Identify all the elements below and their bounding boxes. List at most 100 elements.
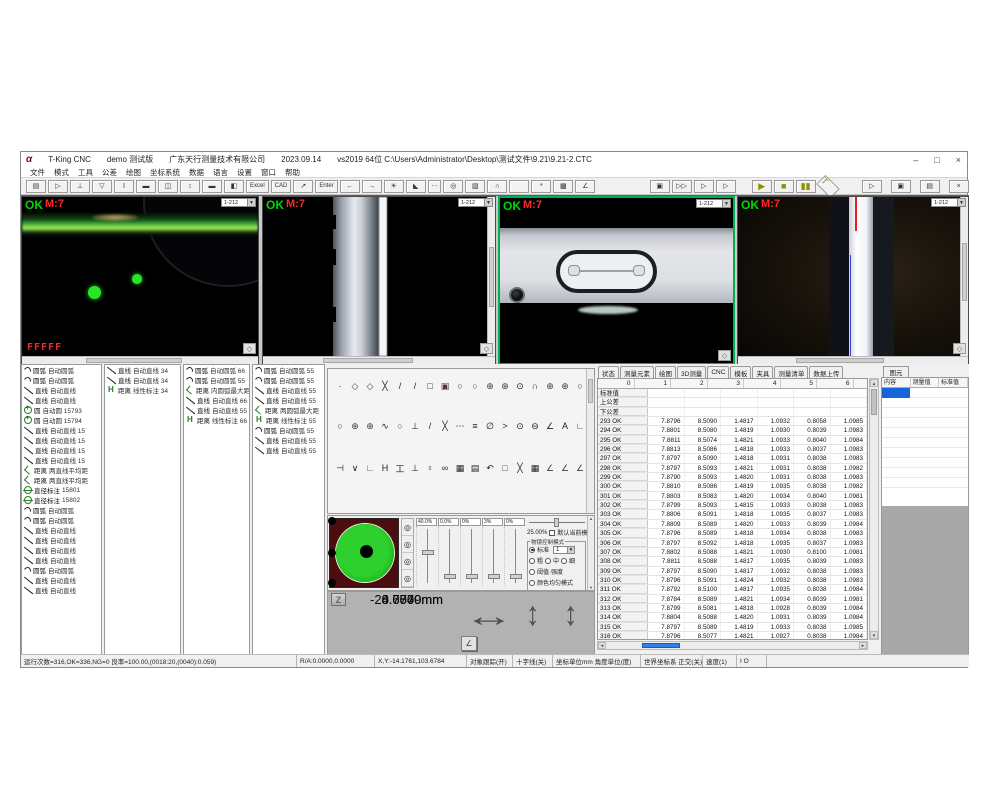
measure-tool-icon[interactable]: / bbox=[408, 379, 422, 393]
table-row[interactable]: 301 OK 7.8803 8.5083 1.4820 1.0934 0.804… bbox=[598, 492, 867, 501]
measure-tool-icon[interactable]: ∠ bbox=[543, 419, 557, 433]
list-item[interactable]: 直线 自动直线 55 bbox=[253, 385, 324, 395]
list-item[interactable]: 圆弧 自动圆弧 bbox=[22, 365, 101, 375]
measure-tool-icon[interactable]: ⊖ bbox=[528, 419, 542, 433]
selected-cell[interactable] bbox=[882, 388, 910, 398]
toolbar-run-button[interactable]: ▮▮ bbox=[796, 180, 816, 193]
toolbar-button[interactable]: ↗ bbox=[293, 180, 313, 193]
toolbar-button[interactable]: ▷ bbox=[694, 180, 714, 193]
table-row[interactable]: 303 OK 7.8806 8.5091 1.4818 1.0935 0.803… bbox=[598, 510, 867, 519]
measure-tool-icon[interactable]: ∿ bbox=[378, 419, 392, 433]
toolbar-button[interactable]: ☀ bbox=[384, 180, 404, 193]
menu-item[interactable]: 帮助 bbox=[285, 167, 300, 178]
table-tab[interactable]: 夹具 bbox=[752, 366, 773, 378]
toolbar-button[interactable]: ▷▷ bbox=[672, 180, 692, 193]
toolbar-button[interactable]: - - bbox=[428, 180, 442, 193]
toolbar-button[interactable]: ◣ bbox=[406, 180, 426, 193]
table-row[interactable]: 297 OK 7.8797 8.5090 1.4818 1.0931 0.803… bbox=[598, 454, 867, 463]
measure-tool-icon[interactable]: ∅ bbox=[483, 419, 497, 433]
table-row[interactable]: 307 OK 7.8802 8.5088 1.4821 1.0930 0.810… bbox=[598, 548, 867, 557]
measure-tool-icon[interactable]: ⊕ bbox=[543, 379, 557, 393]
standard-level-select[interactable]: 1▼ bbox=[553, 546, 575, 554]
threshold-radio[interactable] bbox=[529, 569, 535, 575]
toolbar-button[interactable]: Enter bbox=[315, 180, 337, 193]
toolbar-button[interactable]: ▨ bbox=[465, 180, 485, 193]
toolbar-button[interactable]: × bbox=[949, 180, 969, 193]
list-item[interactable]: 圆弧 自动圆弧 bbox=[22, 505, 101, 515]
menu-item[interactable]: 文件 bbox=[30, 167, 45, 178]
camera2-vscrollbar[interactable] bbox=[487, 197, 495, 356]
table-row[interactable]: 299 OK 7.8790 8.5093 1.4820 1.0931 0.803… bbox=[598, 473, 867, 482]
measure-tool-icon[interactable]: ○ bbox=[453, 379, 467, 393]
ring-light-preview[interactable] bbox=[329, 518, 399, 588]
camera3-resize-icon[interactable]: ◇ bbox=[718, 350, 731, 361]
toolbar-button[interactable]: ∩ bbox=[487, 180, 507, 193]
grid-column-header[interactable]: 2 bbox=[671, 379, 708, 388]
camera4-zoom-select[interactable]: 1-212 ▼ bbox=[931, 198, 966, 207]
table-row[interactable]: 305 OK 7.8796 8.5089 1.4818 1.0934 0.803… bbox=[598, 529, 867, 538]
measure-tool-icon[interactable]: ⊕ bbox=[558, 379, 572, 393]
table-row[interactable]: 311 OK 7.8792 8.5100 1.4817 1.0935 0.803… bbox=[598, 585, 867, 594]
colormode-radio[interactable] bbox=[529, 580, 535, 586]
ring-light-mode-icon[interactable]: ◎ bbox=[402, 519, 413, 536]
toolbar-button[interactable]: ▷ bbox=[48, 180, 68, 193]
list-item[interactable]: 直线 自动直线 bbox=[22, 555, 101, 565]
measure-tool-icon[interactable]: / bbox=[423, 419, 437, 433]
measure-tool-icon[interactable]: > bbox=[498, 419, 512, 433]
measure-tool-icon[interactable]: ○ bbox=[393, 419, 407, 433]
list-item[interactable]: 直线 自动直线 55 bbox=[253, 435, 324, 445]
element-column-header[interactable]: 内容 bbox=[882, 378, 911, 387]
measure-tool-icon[interactable]: ∨ bbox=[348, 461, 362, 475]
table-row[interactable]: 304 OK 7.8809 8.5089 1.4820 1.0933 0.803… bbox=[598, 520, 867, 529]
light-slider[interactable] bbox=[504, 526, 525, 586]
list-item[interactable]: 直线 自动直线 55 bbox=[253, 395, 324, 405]
list-item[interactable]: 距离 两直线平均距 bbox=[22, 465, 101, 475]
measure-tool-icon[interactable]: ╳ bbox=[513, 461, 527, 475]
list-item[interactable]: 直径标注 15802 bbox=[22, 495, 101, 505]
toolbar-button[interactable]: ◧ bbox=[224, 180, 244, 193]
chevron-down-icon[interactable]: ▼ bbox=[722, 200, 730, 207]
camera4-vscrollbar[interactable] bbox=[960, 197, 968, 356]
grid-column-header[interactable]: 0 bbox=[598, 379, 635, 388]
menu-item[interactable]: 工具 bbox=[78, 167, 93, 178]
table-row[interactable]: 294 OK 7.8801 8.5080 1.4819 1.0930 0.803… bbox=[598, 426, 867, 435]
measure-tool-icon[interactable]: ○ bbox=[468, 379, 482, 393]
chevron-down-icon[interactable]: ▼ bbox=[247, 199, 255, 206]
menu-item[interactable]: 语言 bbox=[213, 167, 228, 178]
measure-tool-icon[interactable]: 工 bbox=[393, 461, 407, 475]
measure-tool-icon[interactable]: ⊙ bbox=[513, 379, 527, 393]
light-panel-scrollbar[interactable]: ▲▼ bbox=[587, 516, 594, 590]
light-slider[interactable] bbox=[460, 526, 481, 586]
table-tab[interactable]: 状态 bbox=[598, 366, 619, 378]
table-tab[interactable]: CNC bbox=[707, 366, 729, 378]
table-tab[interactable]: 数据上传 bbox=[809, 366, 843, 378]
list-item[interactable]: 圆弧 自动圆弧 55 bbox=[253, 375, 324, 385]
camera2-zoom-select[interactable]: 1-212 ▼ bbox=[458, 198, 493, 207]
axis-icon[interactable]: Z bbox=[331, 593, 346, 606]
camera1-hscrollbar[interactable] bbox=[22, 356, 258, 364]
measure-tool-icon[interactable]: ∞ bbox=[438, 461, 452, 475]
list-item[interactable]: 直线 自动直线 bbox=[22, 525, 101, 535]
toolbar-run-button[interactable]: ▶ bbox=[752, 180, 772, 193]
measure-tool-icon[interactable]: A bbox=[558, 419, 572, 433]
measure-tool-icon[interactable]: H bbox=[378, 461, 392, 475]
tool-palette-scrollbar[interactable] bbox=[586, 369, 594, 513]
jog-horizontal-icon[interactable]: ↔ bbox=[464, 600, 515, 634]
table-tab[interactable]: 测量清单 bbox=[774, 366, 808, 378]
measure-tool-icon[interactable]: ⊙ bbox=[513, 419, 527, 433]
scroll-right-icon[interactable]: ► bbox=[859, 642, 867, 649]
measure-tool-icon[interactable]: ⋯ bbox=[453, 419, 467, 433]
list-item[interactable]: 圆弧 自动圆弧 55 bbox=[253, 425, 324, 435]
list-item[interactable]: 直线 自动直线 bbox=[22, 545, 101, 555]
list-item[interactable]: 直线 自动直线 bbox=[22, 385, 101, 395]
toolbar-button[interactable]: → bbox=[362, 180, 382, 193]
element-tab[interactable]: 图元 bbox=[883, 366, 909, 377]
table-row[interactable]: 298 OK 7.8797 8.5093 1.4821 1.0931 0.803… bbox=[598, 464, 867, 473]
measure-tool-icon[interactable]: ◇ bbox=[363, 379, 377, 393]
measure-tool-icon[interactable]: ╳ bbox=[438, 419, 452, 433]
table-row[interactable]: 313 OK 7.8799 8.5081 1.4818 1.0928 0.803… bbox=[598, 604, 867, 613]
table-row[interactable]: 315 OK 7.8797 8.5089 1.4819 1.0933 0.803… bbox=[598, 623, 867, 632]
jog-z-icon[interactable]: ↕ bbox=[564, 595, 578, 634]
table-tab[interactable]: 测量元素 bbox=[620, 366, 654, 378]
table-row[interactable]: 309 OK 7.8797 8.5090 1.4817 1.0932 0.803… bbox=[598, 567, 867, 576]
